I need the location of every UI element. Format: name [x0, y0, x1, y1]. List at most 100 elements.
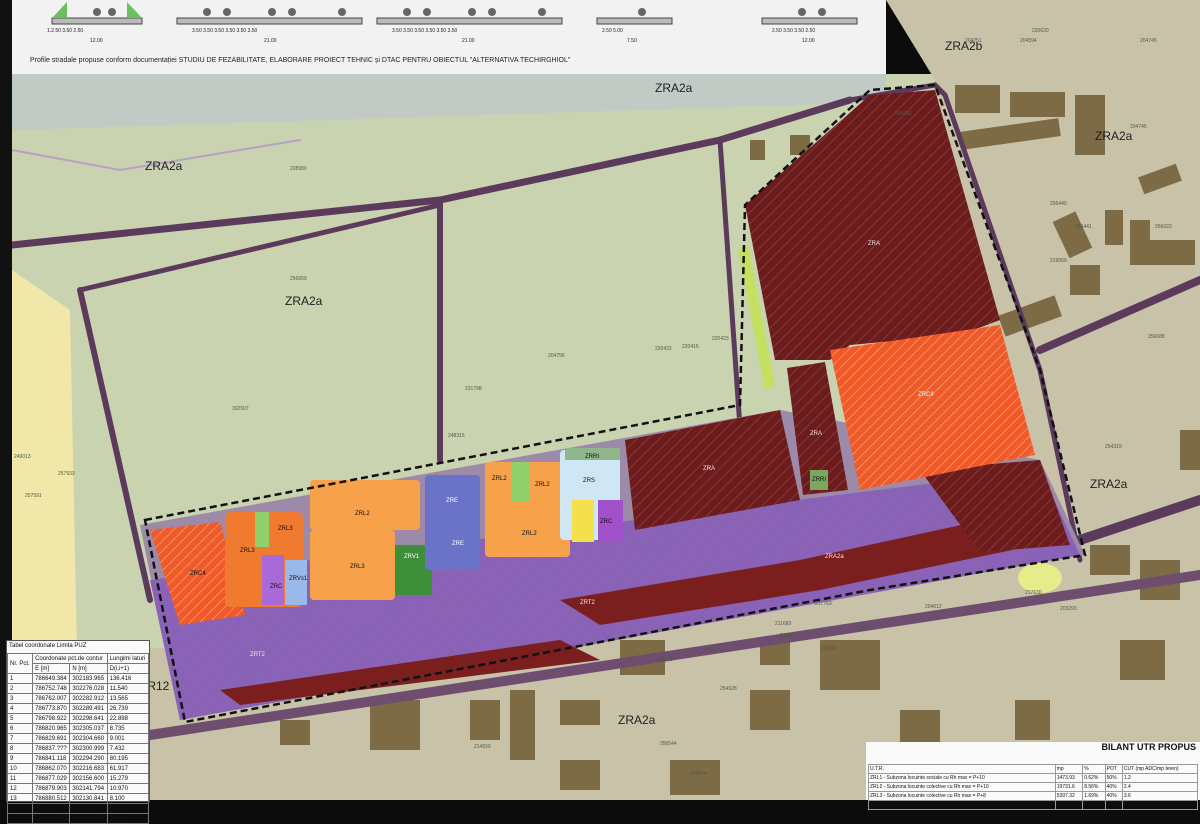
coordinate-cell: 33.063 [106, 813, 150, 824]
coordinate-cell: 26.739 [106, 703, 150, 714]
parcel-number: 204756 [548, 353, 565, 359]
puz-map: ZRA2a ZRA2a ZRA2a ZRA2a ZRA2a ZRA2a ZRA2… [8, 0, 1200, 800]
coordinates-body: 1 786649.384 302183.965 136.416 2 786752.748 3… [6, 673, 150, 824]
label-zrl2-a: ZRL2 [355, 511, 370, 517]
bilant-header: U.T.R. mp% POT CUT (mp ADC/mp teren) [868, 764, 1199, 774]
coordinate-cell: 786880.512 [32, 793, 71, 804]
coordinate-cell: 8.735 [106, 723, 150, 734]
coordinate-cell: 302289.491 [69, 703, 108, 714]
coordinates-grid: Nr. Pct. Coordonate pct.de contur Lungim… [6, 653, 150, 824]
label-zrt2-a: ZRT2 [580, 600, 596, 606]
profiles-note: Profile stradale propuse conform documen… [30, 57, 571, 64]
bilant-cell: 1473.93 [1054, 773, 1084, 783]
label-zrs: ZRS [583, 478, 595, 484]
coordinate-row: 5 786798.922 302298.641 22.898 [6, 713, 150, 724]
coordinate-cell: 786879.903 [32, 783, 71, 794]
parcel-number: 256659 [290, 276, 307, 282]
parcel-number: 220423 [712, 336, 729, 342]
bilant-row: ZRL2 - Subzona locuinte colective cu Rh … [868, 782, 1199, 792]
parcel-number: 214559 [474, 744, 491, 750]
label-zrl3b: ZRL3 [240, 548, 255, 554]
bilant-row: ZRL1 - Subzona locuinte sociale cu Rh ma… [868, 773, 1199, 783]
profile-4-dims: 2.50 5.00 [602, 28, 623, 34]
coordinate-cell: 786841.118 [32, 753, 71, 764]
coordinate-cell: 13.565 [106, 693, 150, 704]
profile-1-dims: 1.2.50 3.50 2.50 [47, 28, 83, 34]
coordinate-cell: 302122.875 [69, 803, 108, 814]
col-dist-group: Lungimi laturi [106, 653, 150, 664]
label-zrvs1: ZRVs1 [289, 576, 308, 582]
parcel-number: 217763 [815, 601, 832, 607]
coordinate-cell: 1 [6, 673, 34, 684]
coordinate-cell: 7.432 [106, 743, 150, 754]
label-zrri-b: ZRRI [585, 454, 599, 460]
bilant-cell: 8.56% [1082, 782, 1106, 792]
bilant-header-cell: mp [1054, 764, 1084, 774]
coordinate-cell: 302305.037 [69, 723, 108, 734]
coordinate-cell: 61.917 [106, 763, 150, 774]
label-zra2a-mid: ZRA2a [285, 294, 323, 308]
bilant-cell [1054, 800, 1084, 810]
label-zra2x: ZRA2a [825, 554, 844, 560]
coordinate-cell: 4 [6, 703, 34, 714]
coordinate-cell: 13 [6, 793, 34, 804]
coordinate-cell: 786877.029 [32, 773, 71, 784]
map-viewport[interactable]: ZRA2a ZRA2a ZRA2a ZRA2a ZRA2a ZRA2a ZRA2… [0, 0, 1200, 800]
coordinate-row: 13 786880.512 302130.841 8.100 [6, 793, 150, 804]
coordinate-row: 10 786862.070 302216.683 61.917 [6, 763, 150, 774]
parcel-number: 204753 [895, 111, 912, 117]
parcel-number: 257933 [58, 471, 75, 477]
coordinate-cell: 14 [6, 803, 34, 814]
label-zrri: ZRRI [812, 477, 826, 483]
parcel-number: 248315 [448, 433, 465, 439]
parcel-number: 204612 [925, 604, 942, 610]
profile-1-total: 12.00 [90, 38, 103, 44]
col-e: E [m] [32, 663, 71, 674]
bilant-cell: ZRL3 - Subzona locuinte colective cu Rh … [868, 791, 1056, 801]
parcel-number: 217652 [820, 646, 837, 652]
roundabout-green [1018, 563, 1062, 593]
label-zra2a-east: ZRA2a [1095, 129, 1133, 143]
parcel-number: 254928 [720, 686, 737, 692]
bilant-cell: 0.62% [1082, 773, 1106, 783]
bilant-cell: 1.69% [1082, 791, 1106, 801]
parcel-number: 229073 [656, 657, 673, 663]
bilant-row: ZRL4 - Subzona locuinte si servicii comp… [868, 800, 1199, 810]
parcel-number: 302507 [232, 406, 249, 412]
parcel-number: 220422 [655, 346, 672, 352]
coordinate-cell: 786773.870 [32, 703, 71, 714]
coordinate-cell: 302276.028 [69, 683, 108, 694]
col-group: Coordonate pct.de contur [32, 653, 108, 664]
bilant-grid: U.T.R. mp% POT CUT (mp ADC/mp teren) ZRL1 -… [868, 764, 1199, 810]
parcel-number: 229074 [706, 648, 723, 654]
coordinate-cell: 2 [6, 683, 34, 694]
bilant-header-cell: % [1082, 764, 1106, 774]
coordinate-row: 7 786829.691 302304.660 9.001 [6, 733, 150, 744]
profile-5-dims: 2.50 3.50 3.50 2.50 [772, 28, 815, 34]
coordinate-cell: 302049.923 [69, 813, 108, 824]
parcel-number: 256544 [660, 741, 677, 747]
coordinate-cell: 83.971 [106, 803, 150, 814]
col-d: D(i,i+1) [106, 663, 150, 674]
parcel-number: 254974 [690, 771, 707, 777]
coordinate-row: 11 786877.029 302156.600 15.279 [6, 773, 150, 784]
bilant-cell: ZRL1 - Subzona locuinte sociale cu Rh ma… [868, 773, 1056, 783]
coordinate-cell: 22.898 [106, 713, 150, 724]
coordinate-row: 15 786923.563 302049.923 33.063 [6, 813, 150, 824]
col-nr: Nr. Pct. [6, 653, 34, 674]
parcel-number: 220415 [682, 344, 699, 350]
street-profiles-drawing: 1.2.50 3.50 2.50 12.00 3.50 3.50 3.50 3.… [47, 2, 858, 44]
coordinate-cell: 302300.999 [69, 743, 108, 754]
coordinate-cell: 786798.922 [32, 713, 71, 724]
coordinate-row: 6 786820.965 302305.037 8.735 [6, 723, 150, 734]
parcel-number: 219059 [1050, 258, 1067, 264]
profile-4-total: 7.50 [627, 38, 637, 44]
label-zrl2-c: ZRL2 [535, 482, 550, 488]
parcel-number: 204751 [965, 38, 982, 44]
bilant-table: BILANT UTR PROPUS U.T.R. mp% POT CUT (mp AD… [866, 742, 1200, 810]
coordinate-cell: 302298.641 [69, 713, 108, 724]
parcel-number: 257591 [25, 493, 42, 499]
bilant-title: BILANT UTR PROPUS [1101, 742, 1197, 752]
bilant-cell: 40% [1104, 782, 1123, 792]
coordinate-cell: 302183.965 [69, 673, 108, 684]
